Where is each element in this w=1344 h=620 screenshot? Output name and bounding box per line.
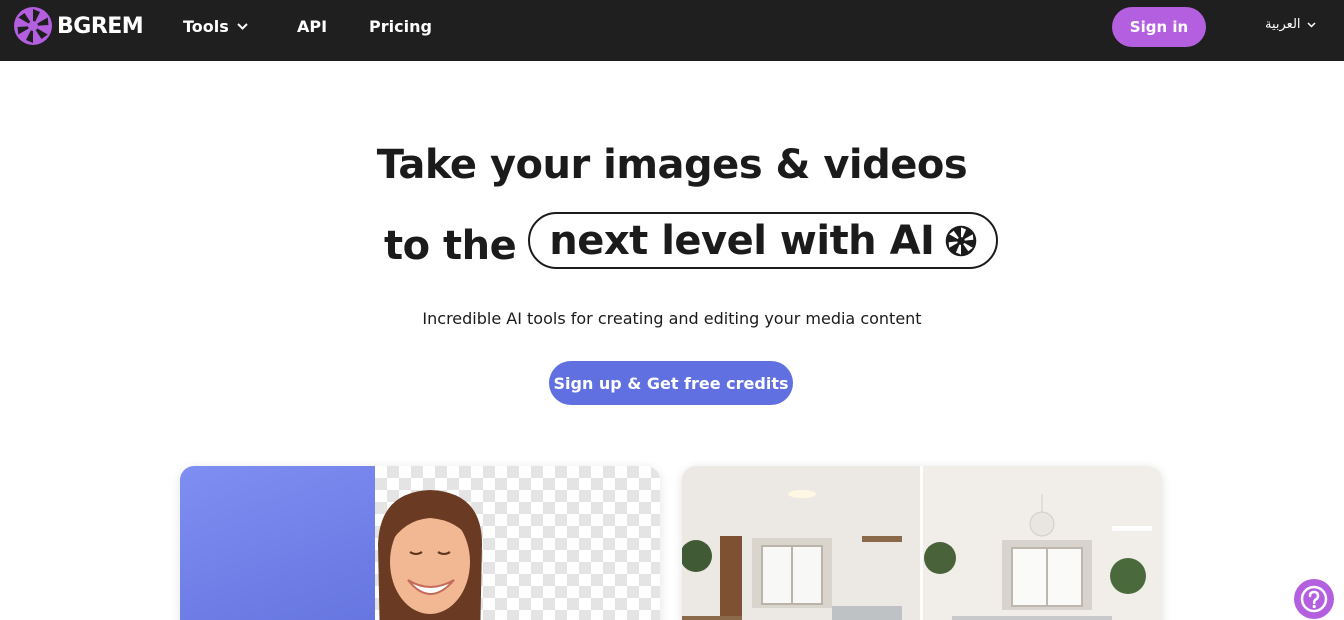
aperture-logo-icon bbox=[14, 7, 52, 45]
hero-subtitle: Incredible AI tools for creating and edi… bbox=[422, 309, 922, 328]
room-before-after-image bbox=[682, 466, 1162, 620]
background-removal-demo-card[interactable] bbox=[180, 466, 660, 620]
woman-portrait-image bbox=[378, 490, 482, 620]
room-redesign-demo-card[interactable] bbox=[682, 466, 1162, 620]
brand-name: BGREM bbox=[57, 13, 144, 39]
language-label: العربية bbox=[1265, 17, 1301, 32]
hero-headline-line1: Take your images & videos bbox=[376, 142, 968, 188]
signup-cta-button[interactable]: Sign up & Get free credits bbox=[549, 361, 793, 405]
chevron-down-icon bbox=[1307, 21, 1316, 28]
brand-logo[interactable]: BGREM bbox=[13, 6, 144, 46]
hero-highlight-pill: next level with AI bbox=[528, 212, 999, 269]
hero-line2-text: to the bbox=[384, 222, 517, 269]
nav-pricing-label: Pricing bbox=[369, 17, 432, 36]
nav-api-label: API bbox=[297, 17, 328, 36]
help-button[interactable] bbox=[1294, 579, 1334, 619]
help-question-icon bbox=[1300, 585, 1328, 613]
aperture-icon bbox=[946, 225, 977, 256]
hero-headline-line2: to the next level with AI bbox=[384, 212, 999, 269]
colored-background-half bbox=[180, 466, 375, 620]
nav-tools-label: Tools bbox=[183, 17, 229, 36]
hero-highlight-text: next level with AI bbox=[549, 217, 935, 264]
nav-api[interactable]: API bbox=[297, 17, 327, 36]
top-navbar: BGREM Tools API Pricing Sign in العربية bbox=[0, 0, 1344, 61]
nav-pricing[interactable]: Pricing bbox=[369, 17, 432, 36]
chevron-down-icon bbox=[237, 23, 248, 30]
nav-tools[interactable]: Tools bbox=[183, 17, 248, 36]
language-selector[interactable]: العربية bbox=[1265, 17, 1316, 32]
sign-in-button[interactable]: Sign in bbox=[1112, 7, 1206, 47]
